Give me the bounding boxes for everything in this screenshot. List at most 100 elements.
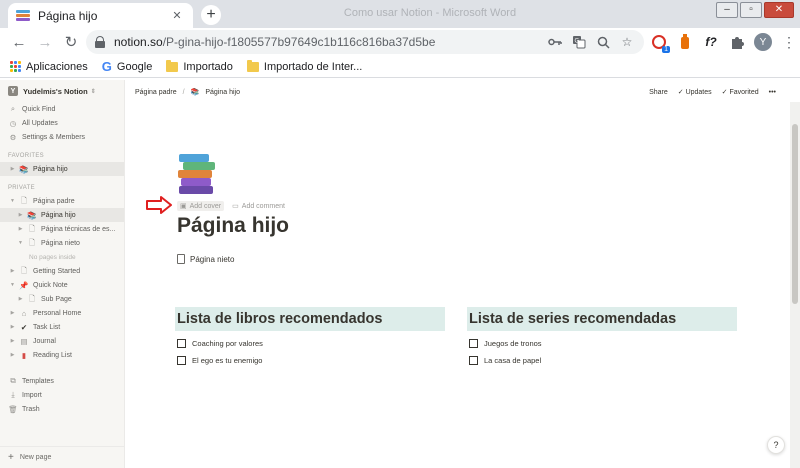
breadcrumb-parent[interactable]: Página padre (135, 89, 177, 96)
page-meta-actions: ▣ Add cover ▭ Add comment (177, 201, 285, 211)
bookmark-importado[interactable]: Importado (166, 59, 233, 73)
sidebar-trash[interactable]: 🗑 Trash (0, 402, 124, 416)
sidebar-templates[interactable]: ⧉ Templates (0, 374, 124, 388)
image-icon: ▣ (180, 203, 187, 210)
sidebar-quick-find[interactable]: ⌕ Quick Find (0, 102, 124, 116)
caret-right-icon[interactable]: ▶ (8, 166, 17, 172)
column-heading[interactable]: Lista de series recomendadas (467, 307, 737, 331)
sidebar-pagina-tecnicas[interactable]: ▶ 🗋 Página técnicas de es... (0, 222, 124, 236)
extension-bottle-icon[interactable] (676, 33, 694, 51)
translate-icon[interactable]: G (570, 33, 588, 51)
sidebar-quick-note[interactable]: ▼ 📌 Quick Note (0, 278, 124, 292)
sidebar-pagina-padre[interactable]: ▼ 🗋 Página padre (0, 194, 124, 208)
bookmark-label: Aplicaciones (26, 60, 88, 73)
bookmark-importado-de-internet[interactable]: Importado de Inter... (246, 59, 362, 73)
todo-item[interactable]: La casa de papel (467, 352, 737, 368)
trash-icon: 🗑 (8, 404, 18, 414)
breadcrumb-current[interactable]: Página hijo (205, 89, 240, 96)
sidebar-sub-page[interactable]: ▶ 🗋 Sub Page (0, 292, 124, 306)
todo-item[interactable]: Juegos de tronos (467, 335, 737, 351)
series-column: Lista de series recomendadas Juegos de t… (467, 307, 737, 368)
zoom-icon[interactable] (594, 33, 612, 51)
check-icon: ✓ (677, 89, 686, 96)
folder-icon (246, 59, 259, 72)
private-header: PRIVATE (8, 185, 35, 191)
sidebar-personal-home[interactable]: ▶ ⌂ Personal Home (0, 306, 124, 320)
sidebar-getting-started[interactable]: ▶ 🗋 Getting Started (0, 264, 124, 278)
caret-right-icon[interactable]: ▶ (8, 310, 17, 316)
todo-item[interactable]: Coaching por valores (175, 335, 445, 351)
column-heading[interactable]: Lista de libros recomendados (175, 307, 445, 331)
add-comment-button[interactable]: ▭ Add comment (232, 201, 285, 211)
lock-icon[interactable] (94, 36, 106, 48)
red-arrow-annotation (146, 196, 172, 214)
sidebar-pagina-hijo[interactable]: ▶ 📚 Página hijo (0, 208, 124, 222)
pin-icon: 📌 (19, 280, 29, 290)
plus-icon: + (8, 452, 14, 463)
caret-right-icon[interactable]: ▶ (8, 338, 17, 344)
back-arrow-icon[interactable]: ← (6, 29, 32, 55)
tab-title: Página hijo (38, 8, 98, 23)
caret-down-icon[interactable]: ▼ (8, 198, 17, 204)
todo-item[interactable]: El ego es tu enemigo (175, 352, 445, 368)
page-scrollbar[interactable] (790, 102, 800, 468)
sidebar-import[interactable]: ⤓ Import (0, 388, 124, 402)
close-tab-icon[interactable]: ✕ (169, 8, 185, 24)
books-icon[interactable] (177, 154, 217, 194)
window-title: Como usar Notion - Microsoft Word (343, 7, 517, 19)
caret-right-icon[interactable]: ▶ (8, 268, 17, 274)
close-window-button[interactable]: ✕ (764, 2, 794, 18)
bookmark-star-icon[interactable]: ☆ (618, 33, 636, 51)
sidebar-fav-pagina-hijo[interactable]: ▶ 📚 Página hijo (0, 162, 124, 176)
more-options-button[interactable]: ••• (769, 89, 776, 96)
page-title[interactable]: Página hijo (177, 214, 289, 238)
new-page-button[interactable]: + New page (0, 446, 124, 468)
extension-badge-icon[interactable]: 1 (650, 33, 670, 53)
page-actions-bar: Share ✓ Updates ✓ Favorited ••• (649, 88, 776, 97)
menu-dots-icon[interactable]: ⋮ (780, 33, 798, 51)
new-tab-button[interactable]: + (201, 5, 221, 25)
url-text[interactable]: notion.so/P-gina-hijo-f1805577b97649c1b1… (114, 35, 546, 49)
sidebar-task-list[interactable]: ▶ ✔ Task List (0, 320, 124, 334)
puzzle-icon[interactable] (728, 33, 746, 51)
share-button[interactable]: Share (649, 89, 668, 96)
maximize-button[interactable]: ▫ (740, 2, 762, 18)
gear-icon: ⚙ (9, 132, 17, 142)
add-cover-button[interactable]: ▣ Add cover (177, 201, 225, 211)
profile-avatar[interactable]: Y (754, 33, 772, 51)
extension-font-icon[interactable]: f? (702, 33, 720, 51)
caret-right-icon[interactable]: ▶ (16, 226, 25, 232)
browser-tab[interactable]: Página hijo ✕ (8, 3, 193, 28)
caret-right-icon[interactable]: ▶ (16, 296, 25, 302)
address-bar[interactable]: notion.so/P-gina-hijo-f1805577b97649c1b1… (86, 30, 644, 54)
reload-icon[interactable]: ↻ (58, 29, 84, 55)
sidebar-all-updates[interactable]: ◷ All Updates (0, 116, 124, 130)
sidebar-reading-list[interactable]: ▶ ▮ Reading List (0, 348, 124, 362)
bookmark-google[interactable]: G Google (102, 59, 153, 74)
caret-right-icon[interactable]: ▶ (16, 212, 25, 218)
caret-right-icon[interactable]: ▶ (8, 324, 17, 330)
bookmark-apps[interactable]: Aplicaciones (10, 61, 88, 73)
help-button[interactable]: ? (767, 436, 785, 454)
checkbox[interactable] (469, 338, 478, 348)
subpage-link[interactable]: Página nieto (177, 254, 234, 264)
caret-right-icon[interactable]: ▶ (8, 352, 17, 358)
caret-down-icon[interactable]: ▼ (16, 240, 25, 246)
forward-arrow-icon[interactable]: → (32, 29, 58, 55)
notion-sidebar: Y Yudelmis's Notion ⇕ ⌕ Quick Find ◷ All U… (0, 80, 125, 468)
scrollbar-thumb[interactable] (792, 124, 798, 304)
minimize-button[interactable]: – (716, 2, 738, 18)
sidebar-pagina-nieto[interactable]: ▼ 🗋 Página nieto (0, 236, 124, 250)
books-icon: 📚 (27, 210, 37, 220)
sidebar-settings[interactable]: ⚙ Settings & Members (0, 130, 124, 144)
checkbox[interactable] (177, 338, 186, 348)
caret-down-icon[interactable]: ▼ (8, 282, 17, 288)
sidebar-journal[interactable]: ▶ ▤ Journal (0, 334, 124, 348)
checkbox[interactable] (469, 355, 478, 365)
key-icon[interactable] (546, 33, 564, 51)
page-icon: 🗋 (20, 195, 28, 205)
updates-button[interactable]: ✓ Updates (678, 88, 712, 96)
workspace-switcher[interactable]: Y Yudelmis's Notion ⇕ (0, 80, 124, 102)
favorited-button[interactable]: ✓ Favorited (722, 88, 759, 96)
checkbox[interactable] (177, 355, 186, 365)
